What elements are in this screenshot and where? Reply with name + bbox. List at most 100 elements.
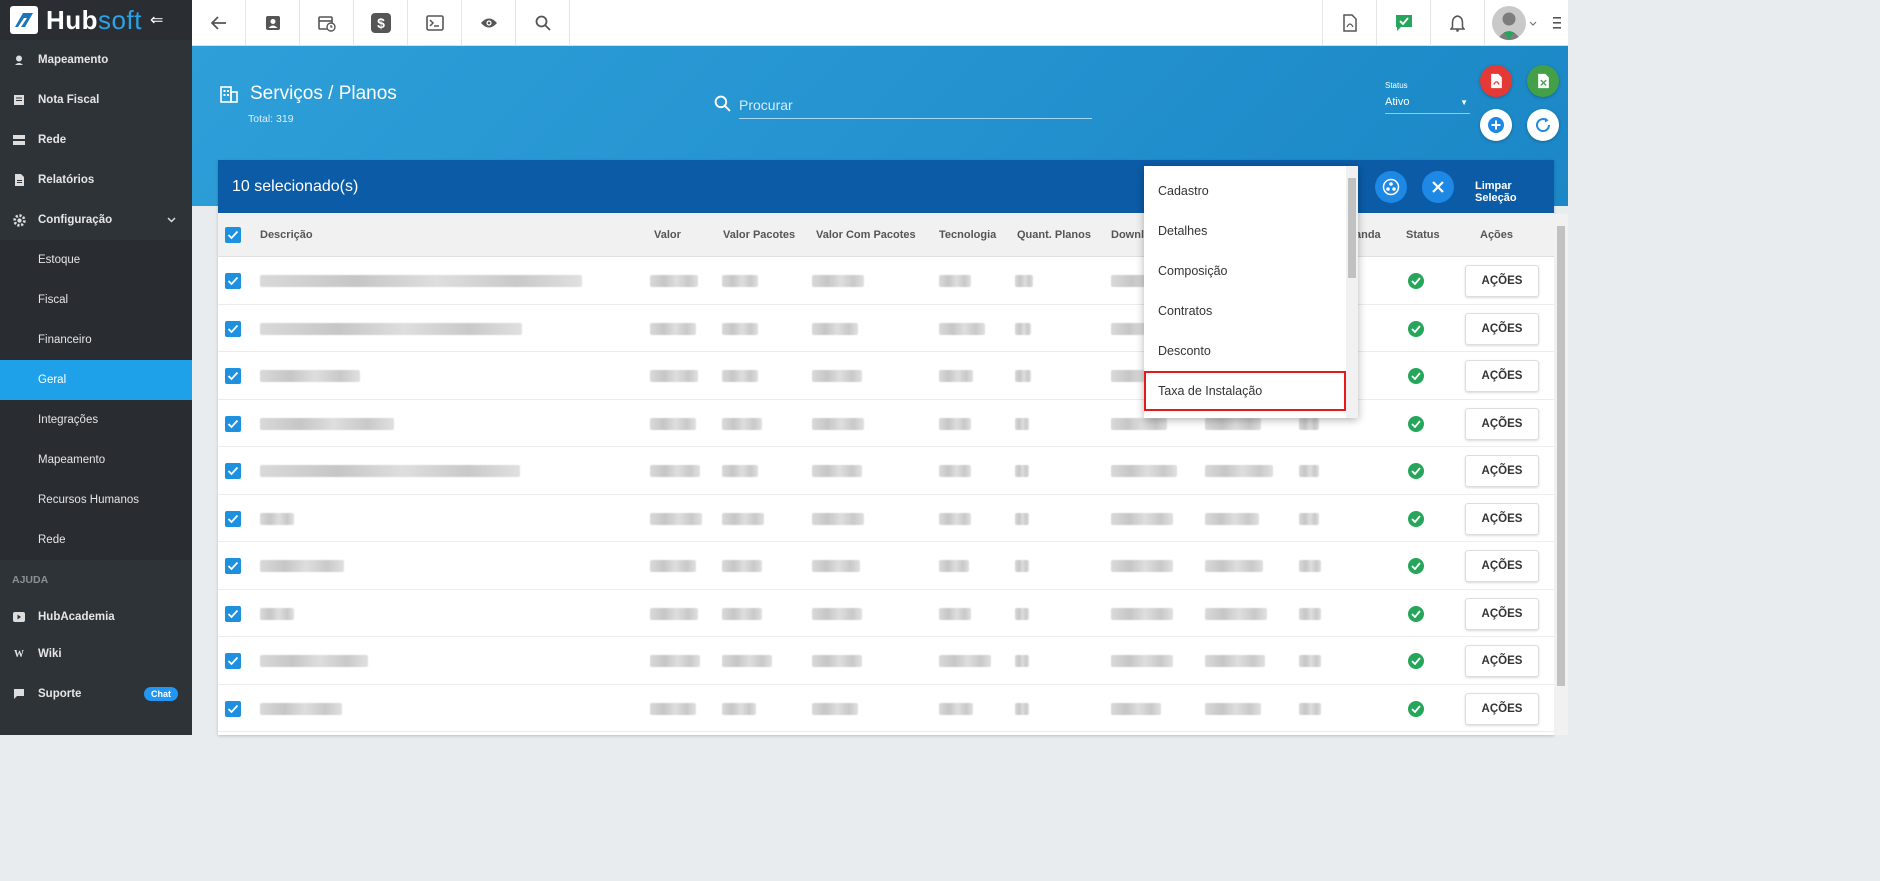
sidebar-item-configuracao[interactable]: Configuração	[0, 200, 192, 240]
sidebar-item-mapeamento[interactable]: Mapeamento	[0, 40, 192, 80]
sidebar-item-nota-fiscal[interactable]: Nota Fiscal	[0, 80, 192, 120]
row-actions-button[interactable]: AÇÕES	[1465, 312, 1539, 345]
dropdown-scrollbar[interactable]	[1346, 166, 1358, 418]
building-icon	[220, 86, 238, 103]
select-all-checkbox[interactable]	[225, 227, 241, 243]
table-row[interactable]: AÇÕES	[218, 637, 1554, 685]
scrollbar-thumb[interactable]	[1557, 226, 1565, 686]
contacts-button[interactable]	[246, 0, 300, 46]
row-actions-button[interactable]: AÇÕES	[1465, 407, 1539, 440]
row-actions-button[interactable]: AÇÕES	[1465, 645, 1539, 677]
group-action-button[interactable]	[1375, 171, 1407, 203]
refresh-button[interactable]	[1527, 109, 1559, 141]
back-button[interactable]	[192, 0, 246, 46]
sidebar-subitem-fiscal[interactable]: Fiscal	[0, 280, 192, 320]
row-checkbox[interactable]	[225, 510, 241, 527]
table-row[interactable]: AÇÕES	[218, 590, 1554, 637]
sidebar-subitem-recursos-humanos[interactable]: Recursos Humanos	[0, 480, 192, 520]
blurred-cell	[650, 655, 700, 667]
row-checkbox[interactable]	[225, 463, 241, 479]
row-checkbox[interactable]	[225, 320, 241, 337]
row-checkbox[interactable]	[225, 653, 241, 669]
sidebar-item-label: Relatórios	[38, 174, 95, 186]
user-menu-button[interactable]	[1484, 0, 1544, 46]
row-checkbox[interactable]	[225, 415, 241, 432]
status-active-icon	[1408, 558, 1424, 574]
blurred-cell	[1205, 465, 1273, 477]
clear-selection-button[interactable]: Limpar Seleção	[1475, 180, 1554, 204]
brand-name: Hubsoft	[46, 4, 142, 35]
tasks-button[interactable]	[1376, 0, 1430, 46]
blurred-cell	[1015, 417, 1029, 430]
menu-item-detalhes[interactable]: Detalhes	[1144, 211, 1358, 251]
menu-item-desconto[interactable]: Desconto	[1144, 331, 1358, 371]
blurred-cell	[650, 322, 696, 335]
column-status[interactable]: Status	[1406, 229, 1440, 241]
more-menu-button[interactable]	[1544, 0, 1568, 46]
sidebar-item-rede[interactable]: Rede	[0, 120, 192, 160]
search-input[interactable]	[739, 92, 1092, 119]
pdf-button[interactable]	[1322, 0, 1376, 46]
sidebar-item-hubacademia[interactable]: HubAcademia	[0, 600, 192, 634]
sidebar-subitem-geral[interactable]: Geral	[0, 360, 192, 400]
sidebar-item-relatorios[interactable]: Relatórios	[0, 160, 192, 200]
column-valor-pacotes[interactable]: Valor Pacotes	[723, 229, 795, 241]
terminal-button[interactable]	[408, 0, 462, 46]
add-button[interactable]	[1480, 109, 1512, 141]
sidebar-subitem-integracoes[interactable]: Integrações	[0, 400, 192, 440]
calendar-button[interactable]	[300, 0, 354, 46]
column-quant-planos[interactable]: Quant. Planos	[1017, 229, 1091, 241]
menu-item-composicao[interactable]: Composição	[1144, 251, 1358, 291]
row-checkbox[interactable]	[225, 368, 241, 384]
table-row[interactable]: AÇÕES	[218, 495, 1554, 542]
page-title-text: Serviços / Planos	[250, 83, 397, 104]
row-checkbox[interactable]	[225, 700, 241, 717]
column-tecnologia[interactable]: Tecnologia	[939, 229, 996, 241]
blurred-cell	[1015, 560, 1029, 572]
invoice-icon	[12, 93, 26, 107]
view-button[interactable]	[462, 0, 516, 46]
table-row[interactable]: AÇÕES	[218, 542, 1554, 590]
row-actions-button[interactable]: AÇÕES	[1465, 502, 1539, 535]
clear-selection-icon-button[interactable]	[1422, 171, 1454, 203]
menu-item-contratos[interactable]: Contratos	[1144, 291, 1358, 331]
menu-item-taxa-de-instalacao[interactable]: Taxa de Instalação	[1144, 371, 1346, 411]
export-pdf-button[interactable]	[1480, 65, 1512, 97]
financial-button[interactable]: $	[354, 0, 408, 46]
sidebar-subitem-estoque[interactable]: Estoque	[0, 240, 192, 280]
sidebar-subitem-financeiro[interactable]: Financeiro	[0, 320, 192, 360]
row-checkbox[interactable]	[225, 273, 241, 289]
sidebar-item-suporte[interactable]: Suporte Chat	[0, 674, 192, 714]
row-actions-button[interactable]: AÇÕES	[1465, 455, 1539, 487]
collapse-sidebar-icon[interactable]: ⇐	[150, 10, 163, 30]
blurred-cell	[650, 607, 698, 620]
row-actions-button[interactable]: AÇÕES	[1465, 265, 1539, 297]
dropdown-scrollbar-thumb[interactable]	[1348, 178, 1356, 278]
row-actions-button[interactable]: AÇÕES	[1465, 550, 1539, 582]
notifications-button[interactable]	[1430, 0, 1484, 46]
row-checkbox[interactable]	[225, 605, 241, 622]
menu-item-cadastro[interactable]: Cadastro	[1144, 171, 1358, 211]
column-banda[interactable]: anda	[1355, 229, 1381, 241]
chat-badge[interactable]: Chat	[144, 687, 178, 701]
table-row[interactable]: AÇÕES	[218, 447, 1554, 495]
table-row[interactable]: AÇÕES	[218, 685, 1554, 732]
status-active-icon	[1408, 653, 1424, 669]
column-valor[interactable]: Valor	[654, 229, 681, 241]
sidebar: Hubsoft ⇐ Mapeamento Nota Fiscal Rede Re…	[0, 0, 192, 735]
row-actions-button[interactable]: AÇÕES	[1465, 597, 1539, 630]
blurred-cell	[650, 465, 700, 477]
hubsoft-logo-icon	[10, 6, 38, 34]
status-filter-select[interactable]: Ativo ▼	[1385, 96, 1470, 114]
sidebar-subitem-mapeamento[interactable]: Mapeamento	[0, 440, 192, 480]
row-actions-button[interactable]: AÇÕES	[1465, 692, 1539, 725]
export-excel-button[interactable]	[1527, 65, 1559, 97]
row-actions-button[interactable]: AÇÕES	[1465, 360, 1539, 392]
sidebar-item-wiki[interactable]: W Wiki	[0, 634, 192, 674]
search-button[interactable]	[516, 0, 570, 46]
column-descricao[interactable]: Descrição	[260, 229, 313, 241]
page-scrollbar[interactable]	[1554, 214, 1568, 735]
row-checkbox[interactable]	[225, 558, 241, 574]
column-valor-com-pacotes[interactable]: Valor Com Pacotes	[816, 229, 916, 241]
sidebar-subitem-rede[interactable]: Rede	[0, 520, 192, 560]
